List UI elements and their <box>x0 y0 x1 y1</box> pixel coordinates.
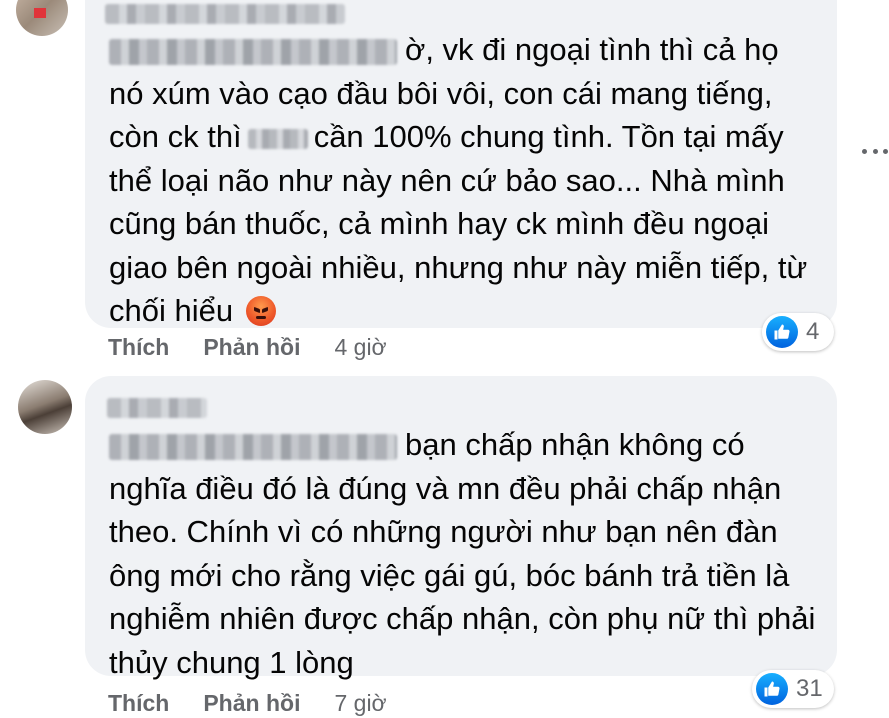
comment-line-text: chối hiểu <box>109 293 234 328</box>
avatar[interactable] <box>16 0 68 36</box>
tagged-name-redacted[interactable] <box>109 38 397 65</box>
comment-line-text: cần 100% chung tình. Tồn tại mấy <box>313 119 784 154</box>
like-icon <box>766 316 798 348</box>
comment-bubble: ờ, vk đi ngoại tình thì cả họ nó xúm vào… <box>85 0 837 328</box>
comment-line-text: ờ, vk đi ngoại tình thì cả họ <box>405 32 779 67</box>
comment-line: bạn chấp nhận không có <box>109 423 815 467</box>
author-name-redacted[interactable] <box>107 398 207 418</box>
comment-actions: Thích Phản hồi 4 giờ <box>108 334 387 361</box>
comment-line-text: bạn chấp nhận không có <box>405 427 745 462</box>
angry-face-emoji-icon <box>245 295 276 326</box>
author-name-redacted[interactable] <box>105 4 345 24</box>
comment-line: còn ck thì cần 100% chung tình. Tồn tại m… <box>109 115 807 159</box>
comment-line: ờ, vk đi ngoại tình thì cả họ <box>109 28 807 72</box>
comment-text: bạn chấp nhận không có nghĩa điều đó là … <box>109 423 815 684</box>
comment-line-text: còn ck thì <box>109 119 242 154</box>
comment-bubble: bạn chấp nhận không có nghĩa điều đó là … <box>85 376 837 680</box>
comment-line: giao bên ngoài nhiều, nhưng như này miễn… <box>109 249 808 285</box>
comment-line: chối hiểu <box>109 289 807 333</box>
comment-line: nó xúm vào cạo đầu bôi vôi, con cái mang… <box>109 75 773 111</box>
comment-actions: Thích Phản hồi 7 giờ <box>108 690 387 717</box>
reaction-count: 4 <box>806 318 820 345</box>
reaction-summary[interactable]: 4 <box>762 313 834 351</box>
reaction-count: 31 <box>796 675 823 702</box>
comment-line: thể loại não như này nên cứ bảo sao... N… <box>109 162 785 198</box>
comment-text: ờ, vk đi ngoại tình thì cả họ nó xúm vào… <box>109 28 807 333</box>
comment-thread: ờ, vk đi ngoại tình thì cả họ nó xúm vào… <box>0 0 889 718</box>
comment-line: nghiễm nhiên được chấp nhận, còn phụ nữ … <box>109 601 816 636</box>
reply-button[interactable]: Phản hồi <box>203 690 300 717</box>
comment-line: theo. Chính vì có những người như bạn nê… <box>109 514 778 549</box>
like-icon <box>756 673 788 705</box>
comment-timestamp[interactable]: 4 giờ <box>334 334 386 361</box>
tagged-name-redacted[interactable] <box>109 433 397 460</box>
comment-line: thủy chung 1 lòng <box>109 644 354 680</box>
more-horizontal-icon[interactable] <box>862 140 888 162</box>
comment-timestamp[interactable]: 7 giờ <box>334 690 386 717</box>
comment-line: ông mới cho rằng việc gái gú, bóc bánh t… <box>109 557 790 593</box>
like-button[interactable]: Thích <box>108 334 169 361</box>
avatar[interactable] <box>18 380 72 434</box>
reaction-summary[interactable]: 31 <box>752 670 834 708</box>
reply-button[interactable]: Phản hồi <box>203 334 300 361</box>
avatar-detail <box>34 8 46 18</box>
like-button[interactable]: Thích <box>108 690 169 717</box>
comment-line: cũng bán thuốc, cả mình hay ck mình đều … <box>109 206 770 241</box>
redacted-word <box>247 128 308 149</box>
comment-line: nghĩa điều đó là đúng và mn đều phải chấ… <box>109 470 782 506</box>
